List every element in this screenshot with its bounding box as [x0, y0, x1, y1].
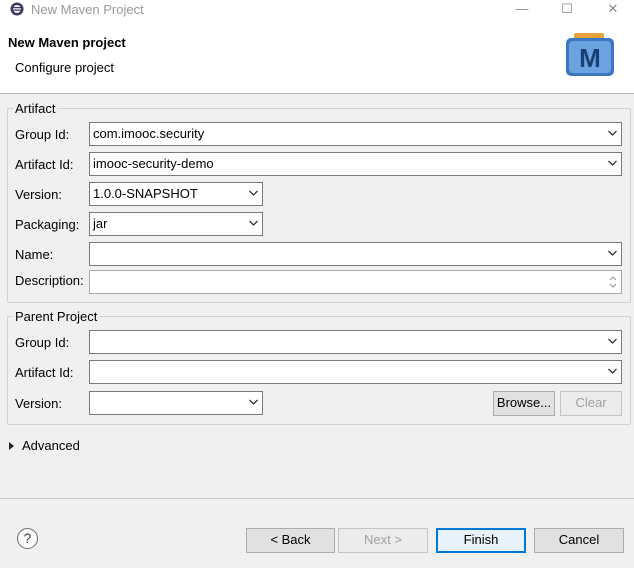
maximize-button[interactable]: ☐: [552, 0, 582, 18]
clear-button[interactable]: Clear: [560, 391, 622, 416]
parent-artifact-id-combo[interactable]: [89, 360, 622, 384]
help-icon[interactable]: ?: [17, 528, 38, 549]
chevron-down-icon[interactable]: [248, 186, 259, 200]
packaging-value: jar: [93, 216, 108, 231]
name-combo[interactable]: [89, 242, 622, 266]
chevron-down-icon[interactable]: [607, 334, 618, 348]
minimize-button[interactable]: —: [507, 0, 537, 18]
parent-group-id-label: Group Id:: [15, 335, 70, 350]
browse-button[interactable]: Browse...: [493, 391, 555, 416]
spinner-arrows-icon[interactable]: [608, 273, 618, 291]
back-button[interactable]: < Back: [246, 528, 335, 553]
parent-group-id-combo[interactable]: [89, 330, 622, 354]
chevron-down-icon[interactable]: [607, 156, 618, 170]
page-subtitle: Configure project: [15, 60, 114, 75]
maven-logo: M: [566, 33, 614, 76]
description-textarea[interactable]: [89, 270, 622, 294]
next-button[interactable]: Next >: [338, 528, 428, 553]
eclipse-app-icon: [10, 2, 24, 16]
name-label: Name:: [15, 247, 54, 262]
artifact-id-combo[interactable]: imooc-security-demo: [89, 152, 622, 176]
artifact-legend: Artifact: [13, 101, 58, 116]
version-value: 1.0.0-SNAPSHOT: [93, 186, 198, 201]
artifact-id-label: Artifact Id:: [15, 157, 74, 172]
parent-project-legend: Parent Project: [13, 309, 100, 324]
chevron-down-icon[interactable]: [607, 126, 618, 140]
wizard-header: [0, 20, 634, 94]
chevron-down-icon[interactable]: [607, 364, 618, 378]
page-title: New Maven project: [8, 35, 126, 50]
version-combo[interactable]: 1.0.0-SNAPSHOT: [89, 182, 263, 206]
chevron-down-icon[interactable]: [607, 246, 618, 260]
description-label: Description:: [15, 273, 84, 288]
artifact-group-id-value: com.imooc.security: [93, 126, 205, 141]
finish-button[interactable]: Finish: [436, 528, 526, 553]
packaging-combo[interactable]: jar: [89, 212, 263, 236]
parent-artifact-id-label: Artifact Id:: [15, 365, 74, 380]
cancel-button[interactable]: Cancel: [534, 528, 624, 553]
close-button[interactable]: ✕: [598, 0, 628, 18]
parent-version-label: Version:: [15, 396, 62, 411]
advanced-toggle[interactable]: Advanced: [8, 438, 98, 454]
packaging-label: Packaging:: [15, 217, 80, 232]
maven-logo-letter: M: [579, 43, 601, 73]
footer-separator: [0, 498, 634, 499]
chevron-down-icon[interactable]: [248, 216, 259, 230]
version-label: Version:: [15, 187, 62, 202]
advanced-label: Advanced: [22, 438, 80, 453]
artifact-group-id-combo[interactable]: com.imooc.security: [89, 122, 622, 146]
chevron-down-icon[interactable]: [248, 395, 259, 409]
artifact-id-value: imooc-security-demo: [93, 156, 214, 171]
parent-version-combo[interactable]: [89, 391, 263, 415]
artifact-group-id-label: Group Id:: [15, 127, 70, 142]
expand-triangle-icon[interactable]: [8, 441, 16, 451]
window-title: New Maven Project: [31, 2, 144, 17]
